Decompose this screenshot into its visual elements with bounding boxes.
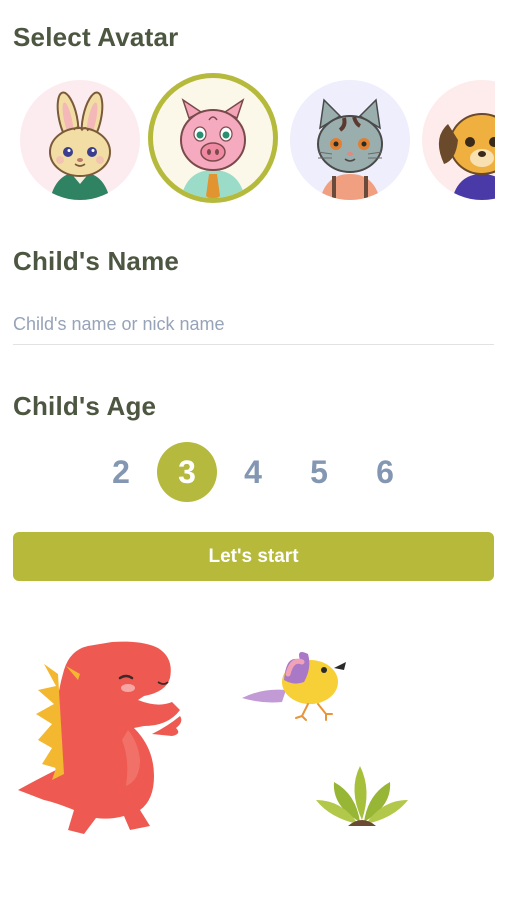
avatar-option-cat[interactable] <box>290 80 410 200</box>
pig-avatar-icon <box>180 98 246 198</box>
child-age-title: Child's Age <box>13 391 157 421</box>
avatar-option-pig[interactable] <box>153 78 273 198</box>
age-option-6[interactable]: 6 <box>355 442 415 502</box>
age-option-5[interactable]: 5 <box>289 442 349 502</box>
cat-avatar-icon <box>317 98 383 200</box>
child-name-input[interactable] <box>13 304 494 345</box>
avatar-option-dog[interactable] <box>422 80 495 200</box>
lets-start-button[interactable]: Let's start <box>13 532 494 581</box>
child-name-title: Child's Name <box>13 246 180 276</box>
bird-icon <box>242 652 346 721</box>
avatar-carousel[interactable] <box>0 70 495 210</box>
dog-avatar-icon <box>438 113 495 200</box>
age-option-4[interactable]: 4 <box>223 442 283 502</box>
select-avatar-title: Select Avatar <box>13 22 179 52</box>
dinosaur-icon <box>18 641 182 834</box>
bunny-avatar-icon <box>49 91 111 200</box>
age-option-2[interactable]: 2 <box>91 442 151 502</box>
age-option-3[interactable]: 3 <box>157 442 217 502</box>
avatar-option-bunny[interactable] <box>20 80 140 200</box>
plant-icon <box>316 766 408 826</box>
age-selector: 2 3 4 5 6 <box>0 442 507 508</box>
